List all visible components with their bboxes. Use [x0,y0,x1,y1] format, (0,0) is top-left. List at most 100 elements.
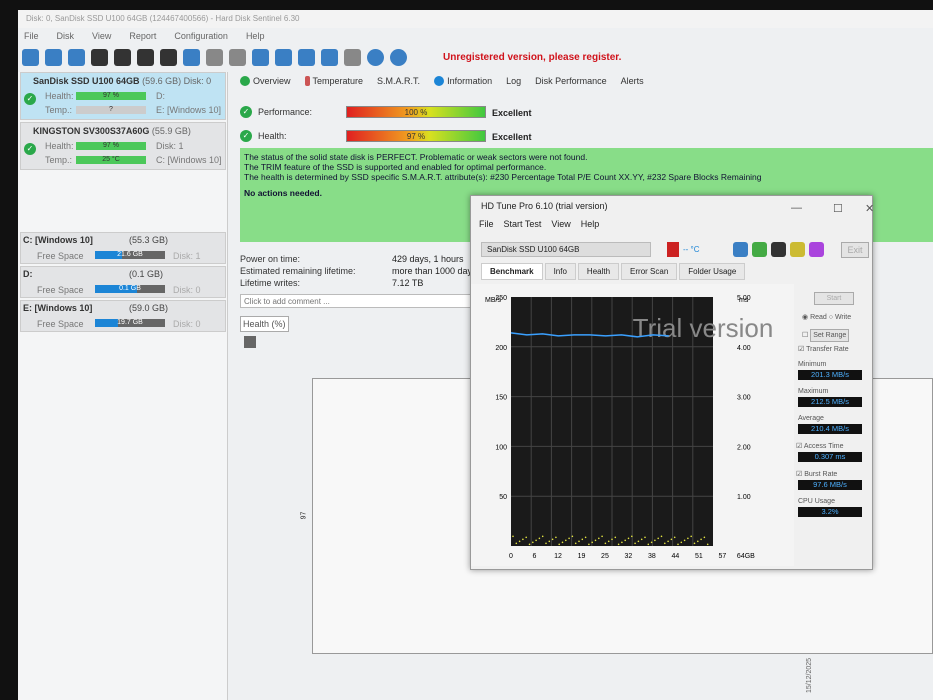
refresh-all-icon[interactable] [45,48,62,66]
tab-health[interactable]: Health [577,263,620,280]
tab-information[interactable]: Information [434,76,492,87]
x-tick-label: 51 [695,553,703,560]
benchmark-chart: MB/s ms250200150100505.004.003.002.001.00… [471,284,794,566]
x-tick-label: 32 [625,553,633,560]
temp-label: Temp.: [45,155,73,165]
range-checkbox[interactable]: ☐ [802,332,810,339]
access-time-point [650,541,653,544]
close-button[interactable]: ✕ [865,202,874,215]
disk-item-0[interactable]: SanDisk SSD U100 64GB (59.6 GB) Disk: 0 … [20,72,226,120]
x-tick-label: 19 [578,553,586,560]
menu-configuration[interactable]: Configuration [174,31,228,41]
network-icon[interactable] [298,48,315,66]
access-time-point [574,542,577,545]
start-button[interactable]: Start [814,292,854,305]
copy-icon[interactable] [733,242,748,257]
disk-item-1[interactable]: KINGSTON SV300S37A60G (55.9 GB) ✓ Health… [20,122,226,170]
access-time-point [598,537,600,540]
partition-item[interactable]: E: [Windows 10] (59.0 GB) Free Space 19.… [20,300,226,332]
help-icon[interactable] [367,48,384,66]
disk-test2-icon[interactable] [114,48,131,66]
partition-item[interactable]: D: (0.1 GB) Free Space 0.1 GB Disk: 0 [20,266,226,298]
report-icon[interactable] [252,48,269,66]
x-tick-label: 25 [601,553,609,560]
menu-file[interactable]: File [24,31,39,41]
save-icon[interactable] [244,336,256,348]
ok-check-icon: ✓ [24,143,36,155]
access-time-point [528,543,531,546]
access-time-checkbox[interactable]: ☑ [796,443,802,450]
list-icon[interactable] [68,48,85,66]
menu-help[interactable]: Help [581,219,600,229]
partition-disk: Disk: 1 [173,251,201,261]
power-on-value: 429 days, 1 hours [392,254,464,264]
tab-folder-usage[interactable]: Folder Usage [679,263,746,280]
tab-alerts[interactable]: Alerts [621,76,644,86]
partition-item[interactable]: C: [Windows 10] (55.3 GB) Free Space 21.… [20,232,226,264]
refresh-icon[interactable] [22,48,39,66]
tools-icon[interactable] [206,48,223,66]
disk-search-icon[interactable] [160,48,177,66]
temp-bar: 25 °C [76,156,146,164]
burst-rate-value: 97.6 MB/s [798,480,862,490]
mail-icon[interactable] [275,48,292,66]
cpu-usage-label: CPU Usage [798,498,835,505]
x-tick-label: 44 [672,553,680,560]
link-icon[interactable] [790,242,805,257]
unregistered-link[interactable]: Unregistered version, please register. [443,52,621,63]
tab-error-scan[interactable]: Error Scan [621,263,678,280]
tab-info[interactable]: Info [544,263,576,280]
tab-label: Disk Performance [535,76,607,86]
maximize-button[interactable]: ☐ [833,202,843,215]
tab-smart[interactable]: S.M.A.R.T. [377,76,420,86]
free-space-bar: 0.1 GB [95,285,165,293]
chart-y-label: 97 [300,511,308,520]
average-value: 210.4 MB/s [798,424,862,434]
disk-name: KINGSTON SV300S37A60G [33,126,150,136]
disk-test3-icon[interactable] [137,48,154,66]
tab-log[interactable]: Log [506,76,521,86]
tab-disk-performance[interactable]: Disk Performance [535,76,607,86]
camera-icon[interactable] [771,242,786,257]
hdtune-tabs: Benchmark Info Health Error Scan Folder … [481,263,747,280]
tab-health-percent[interactable]: Health (%) [240,316,289,332]
read-radio[interactable]: ◉ [802,314,810,321]
drive-letter: C: [Windows 10] [156,155,222,165]
menu-help[interactable]: Help [246,31,265,41]
menu-disk[interactable]: Disk [57,31,75,41]
tab-benchmark[interactable]: Benchmark [481,263,543,280]
menu-report[interactable]: Report [129,31,156,41]
access-time-label: Access Time [803,443,844,450]
drive-select[interactable]: SanDisk SSD U100 64GB [481,242,651,257]
tab-bar: Overview Temperature S.M.A.R.T. Informat… [240,72,644,90]
copy-all-icon[interactable] [752,242,767,257]
gear2-icon[interactable] [344,48,361,66]
partition-size: (59.0 GB) [129,303,169,313]
disk-size: (55.9 GB) [151,126,191,136]
access-time-point [667,540,669,543]
menu-start-test[interactable]: Start Test [504,219,542,229]
disk-test-icon[interactable] [91,48,108,66]
globe-icon[interactable] [183,48,200,66]
power-on-label: Power on time: [240,254,301,264]
performance-label: Performance: [258,107,313,117]
burst-rate-checkbox[interactable]: ☑ [796,471,802,478]
write-label: Write [834,314,852,321]
benchmark-controls: Start ◉ Read ○ Write ☐ Set Range ☑ Trans… [794,292,870,525]
access-time-point [604,542,607,545]
ok-check-icon: ✓ [24,93,36,105]
menu-view[interactable]: View [92,31,111,41]
menu-view[interactable]: View [551,219,570,229]
tab-temperature[interactable]: Temperature [304,76,363,87]
download-icon[interactable] [809,242,824,257]
menu-file[interactable]: File [479,219,494,229]
comment-input[interactable] [240,294,480,308]
info-icon[interactable] [390,48,407,66]
printer-icon[interactable] [229,48,246,66]
gear-icon[interactable] [321,48,338,66]
tab-overview[interactable]: Overview [240,76,291,87]
transfer-rate-checkbox[interactable]: ☑ [798,346,804,353]
set-range-button[interactable]: Set Range [810,329,850,342]
exit-button[interactable]: Exit [841,242,869,258]
minimize-button[interactable]: — [791,202,802,214]
